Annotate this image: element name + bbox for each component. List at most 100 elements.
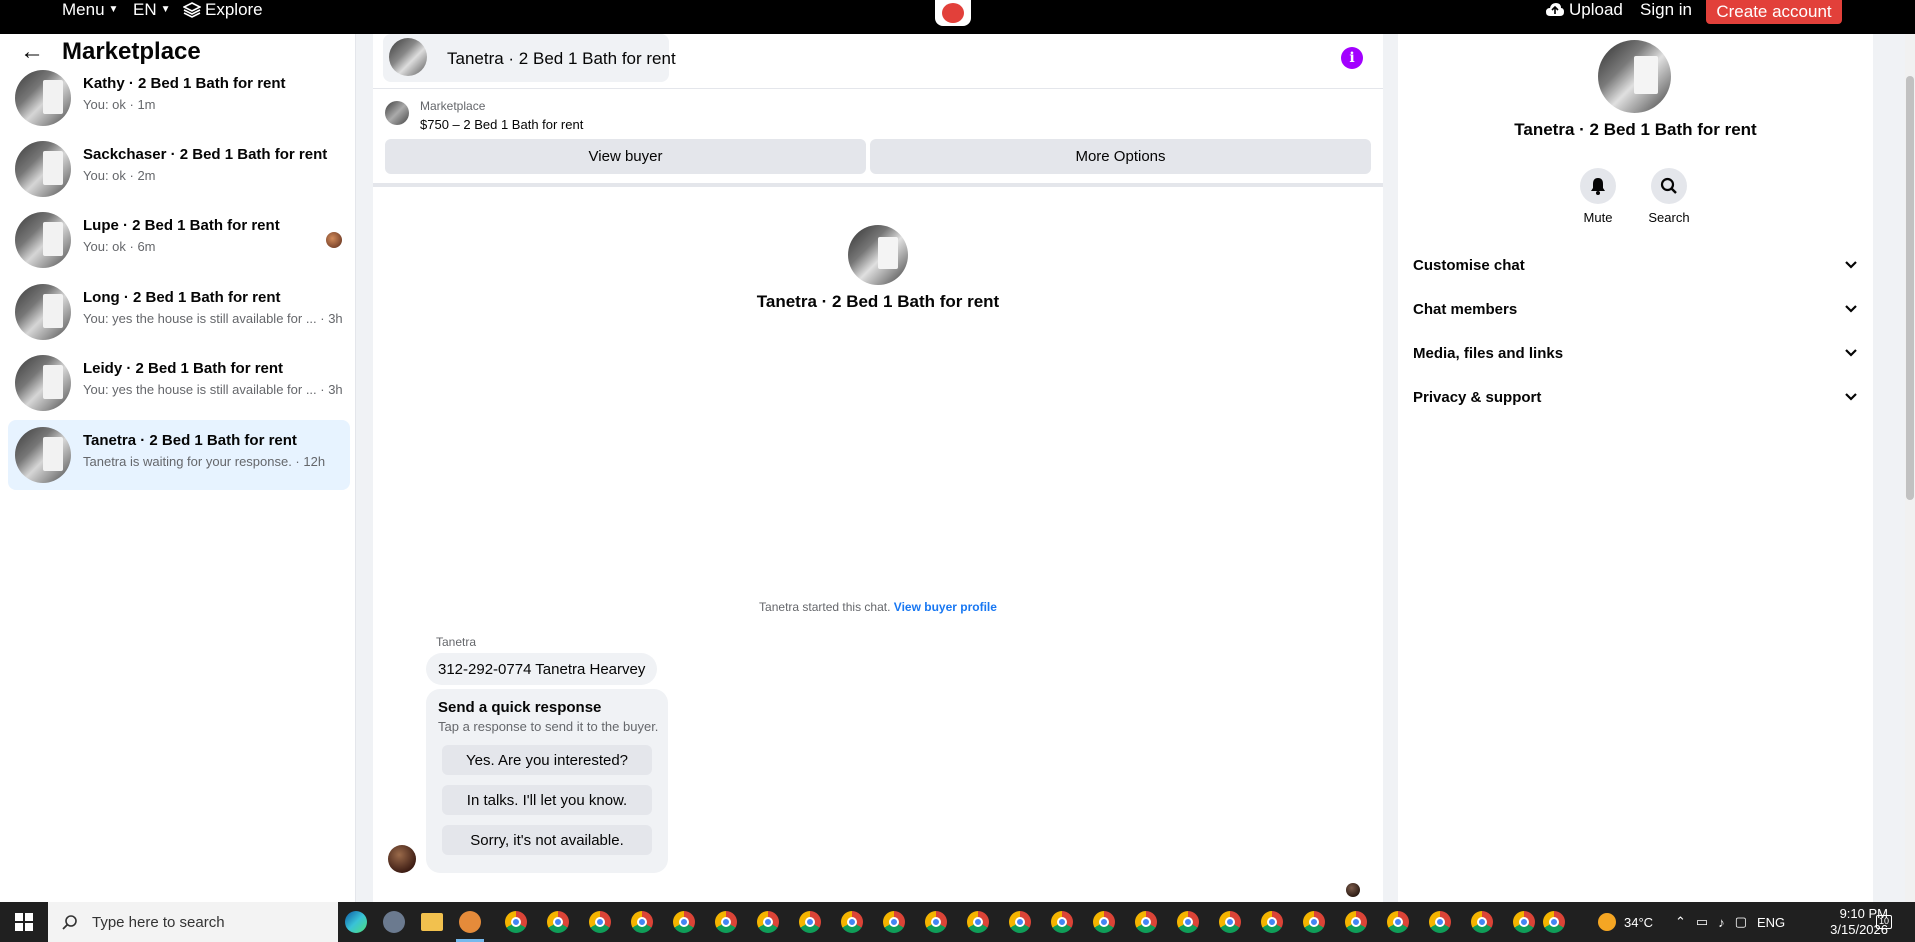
- info-glyph: i: [1349, 50, 1355, 66]
- chrome-icon[interactable]: [757, 911, 779, 933]
- scrollbar-thumb[interactable]: [1906, 76, 1914, 500]
- quick-response-subtitle: Tap a response to send it to the buyer.: [438, 719, 659, 734]
- search-button[interactable]: Search: [1634, 168, 1704, 225]
- create-account-button[interactable]: Create account: [1706, 0, 1842, 24]
- conversation-item[interactable]: Kathy · 2 Bed 1 Bath for rent You: ok · …: [8, 63, 350, 133]
- chrome-icon[interactable]: [1261, 911, 1283, 933]
- chrome-icon[interactable]: [1471, 911, 1493, 933]
- chevron-down-icon: [1845, 393, 1857, 401]
- chrome-icon[interactable]: [925, 911, 947, 933]
- chrome-icon[interactable]: [967, 911, 989, 933]
- conversation-item[interactable]: Long · 2 Bed 1 Bath for rent You: yes th…: [8, 277, 350, 347]
- listing-thumbnail: [15, 355, 71, 411]
- language-indicator[interactable]: ENG: [1757, 915, 1785, 930]
- quick-reply-button[interactable]: In talks. I'll let you know.: [442, 785, 652, 815]
- quick-reply-button[interactable]: Yes. Are you interested?: [442, 745, 652, 775]
- chrome-icon[interactable]: [673, 911, 695, 933]
- sign-in-label: Sign in: [1640, 0, 1692, 19]
- listing-thumbnail: [15, 212, 71, 268]
- privacy-support-row[interactable]: Privacy & support: [1413, 382, 1858, 412]
- chrome-icon[interactable]: [1093, 911, 1115, 933]
- listing-price[interactable]: $750 – 2 Bed 1 Bath for rent: [420, 117, 583, 132]
- media-files-links-row[interactable]: Media, files and links: [1413, 338, 1858, 368]
- network-icon[interactable]: ▭: [1696, 914, 1708, 930]
- listing-thumbnail: [15, 427, 71, 483]
- marketplace-label: Marketplace: [420, 99, 486, 113]
- mute-label: Mute: [1583, 210, 1613, 225]
- upload-button[interactable]: Upload: [1545, 0, 1623, 20]
- chrome-icon[interactable]: [1387, 911, 1409, 933]
- chrome-icon[interactable]: [1303, 911, 1325, 933]
- mute-button[interactable]: Mute: [1563, 168, 1633, 225]
- sign-in-link[interactable]: Sign in: [1640, 0, 1692, 20]
- avatar: [388, 845, 416, 873]
- chrome-icon[interactable]: [631, 911, 653, 933]
- view-buyer-button[interactable]: View buyer: [385, 139, 866, 174]
- logo-mark: [942, 3, 964, 23]
- chrome-icon[interactable]: [1135, 911, 1157, 933]
- conversation-item[interactable]: Lupe · 2 Bed 1 Bath for rent You: ok · 6…: [8, 205, 350, 275]
- menu-button[interactable]: Menu ▼: [62, 0, 118, 20]
- weather-widget[interactable]: 34°C: [1598, 902, 1653, 942]
- view-buyer-profile-link[interactable]: View buyer profile: [894, 600, 997, 614]
- back-arrow-icon[interactable]: ←: [20, 38, 44, 66]
- chevron-down-icon: [1845, 349, 1857, 357]
- customise-chat-row[interactable]: Customise chat: [1413, 250, 1858, 280]
- quick-reply-button[interactable]: Sorry, it's not available.: [442, 825, 652, 855]
- app-icon[interactable]: [383, 911, 405, 933]
- info-icon[interactable]: i: [1341, 47, 1363, 69]
- seen-avatar: [326, 232, 342, 248]
- taskbar-search-box[interactable]: Type here to search: [48, 902, 338, 942]
- chrome-icon[interactable]: [505, 911, 527, 933]
- chrome-icon[interactable]: [547, 911, 569, 933]
- conversation-preview: You: yes the house is still available fo…: [83, 311, 343, 326]
- volume-icon[interactable]: ♪: [1718, 915, 1725, 930]
- notification-center-icon[interactable]: 10: [1876, 902, 1892, 942]
- conversation-preview: You: ok · 2m: [83, 168, 156, 183]
- site-logo[interactable]: [935, 0, 971, 26]
- avatar: [1598, 40, 1671, 113]
- system-tray: ⌃ ▭ ♪ ▢ ENG: [1675, 902, 1785, 942]
- chrome-icon[interactable]: [883, 911, 905, 933]
- language-button[interactable]: EN ▼: [133, 0, 171, 20]
- conversation-title: Sackchaser · 2 Bed 1 Bath for rent: [83, 146, 328, 163]
- windows-start-icon[interactable]: [0, 902, 48, 942]
- conversation-item-active[interactable]: Tanetra · 2 Bed 1 Bath for rent Tanetra …: [8, 420, 350, 490]
- page-scrollbar[interactable]: [1905, 34, 1915, 902]
- bell-icon: [1580, 168, 1616, 204]
- windows-taskbar: Type here to search 34°C ⌃ ▭ ♪ ▢ ENG 9:1…: [0, 902, 1915, 942]
- chevron-up-icon[interactable]: ⌃: [1675, 914, 1686, 930]
- chrome-icon[interactable]: [715, 911, 737, 933]
- chrome-icon[interactable]: [1513, 911, 1535, 933]
- row-label: Privacy & support: [1413, 388, 1542, 406]
- app-icon[interactable]: [459, 911, 481, 933]
- chrome-icon[interactable]: [1177, 911, 1199, 933]
- notification-count: 10: [1876, 915, 1892, 929]
- chrome-icon[interactable]: [1051, 911, 1073, 933]
- conversation-item[interactable]: Sackchaser · 2 Bed 1 Bath for rent You: …: [8, 134, 350, 204]
- chrome-icon[interactable]: [799, 911, 821, 933]
- chevron-down-icon: ▼: [108, 4, 119, 15]
- chrome-icon[interactable]: [1219, 911, 1241, 933]
- quick-reply-label: Yes. Are you interested?: [465, 751, 629, 769]
- conversation-preview: You: yes the house is still available fo…: [83, 382, 343, 397]
- chrome-icon[interactable]: [841, 911, 863, 933]
- more-options-button[interactable]: More Options: [870, 139, 1371, 174]
- chrome-icon[interactable]: [1543, 911, 1565, 933]
- chat-started-text: Tanetra started this chat.: [759, 600, 891, 614]
- chrome-icon[interactable]: [589, 911, 611, 933]
- chrome-icon[interactable]: [1345, 911, 1367, 933]
- chrome-icon[interactable]: [1009, 911, 1031, 933]
- chrome-icon[interactable]: [1429, 911, 1451, 933]
- page-title: Marketplace: [62, 38, 201, 65]
- conversation-title: Long · 2 Bed 1 Bath for rent: [83, 289, 281, 306]
- chat-members-row[interactable]: Chat members: [1413, 294, 1858, 324]
- edge-browser-icon[interactable]: [345, 911, 367, 933]
- conversation-title: Leidy · 2 Bed 1 Bath for rent: [83, 360, 284, 377]
- top-bar: Menu ▼ EN ▼ Explore Upload Sign in Creat…: [0, 0, 1915, 34]
- conversation-item[interactable]: Leidy · 2 Bed 1 Bath for rent You: yes t…: [8, 348, 350, 418]
- file-explorer-icon[interactable]: [421, 913, 443, 931]
- display-icon[interactable]: ▢: [1735, 914, 1747, 930]
- chat-header[interactable]: Tanetra · 2 Bed 1 Bath for rent: [383, 34, 676, 82]
- explore-button[interactable]: Explore: [183, 0, 263, 20]
